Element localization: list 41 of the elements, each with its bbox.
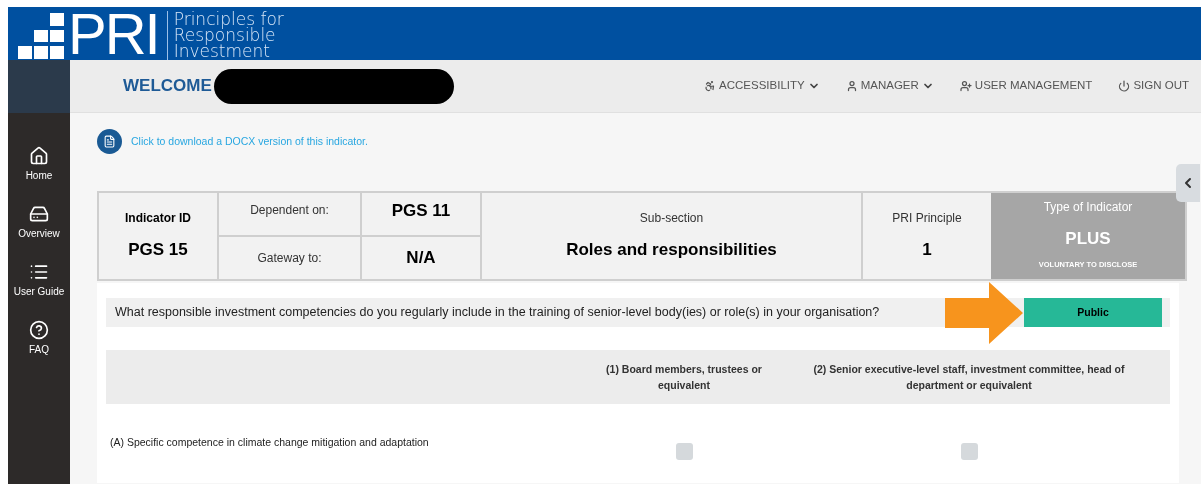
subsection-value: Roles and responsibilities [566,239,777,262]
power-icon [1118,80,1131,92]
nav-link[interactable]: ACCESSIBILITY [704,77,820,95]
sidebar-item[interactable]: Overview [18,204,60,240]
document-icon [103,135,116,148]
user-icon [845,80,858,92]
logo-text: PRI [68,9,159,59]
principle-label: PRI Principle [892,210,962,228]
nav-link[interactable]: USER MANAGEMENT [959,77,1093,95]
nav-link[interactable]: MANAGER [845,77,934,95]
collapse-tab-button[interactable] [1176,164,1200,202]
sidebar-item[interactable]: FAQ [29,320,49,356]
welcome-text: WELCOME [123,75,212,98]
sidebar-item[interactable]: User Guide [13,262,65,298]
column-header: (1) Board members, trustees or equivalent [605,362,763,393]
visibility-button[interactable]: Public [1024,298,1162,327]
accessibility-icon [704,80,717,92]
question-text: What responsible investment competencies do you regularly include in the training of senior-level body(ies) or role(s) in your organisation? [115,304,880,322]
sidebar-header [8,60,70,113]
dependent-label: Dependent on: [250,202,329,219]
checkbox[interactable] [960,443,978,460]
indicator-id: PGS 15 [128,239,188,262]
gateway-value: N/A [406,247,436,270]
subsection-label: Sub-section [639,210,704,228]
drive-icon [29,204,49,224]
docx-download-button[interactable] [97,129,122,154]
indicator-id-label: Indicator ID [125,210,191,228]
nav-link[interactable]: SIGN OUT [1118,77,1189,95]
principle-value: 1 [922,239,932,262]
checkbox[interactable] [675,443,693,460]
indicator-type: PLUS [1065,228,1111,250]
indicator-type-label: Type of Indicator [1043,199,1133,216]
user-add-icon [959,80,972,92]
row-label: (A) Specific competence in climate change mitigation and adaptation [109,435,430,450]
gateway-label: Gateway to: [257,250,322,267]
dependent-value: PGS 11 [391,200,451,222]
column-header: (2) Senior executive-level staff, investment committee, head of department or equivalent [812,362,1126,393]
help-icon [29,320,49,340]
sidebar-item[interactable]: Home [25,146,53,182]
home-icon [29,146,49,166]
list-icon [29,262,49,282]
